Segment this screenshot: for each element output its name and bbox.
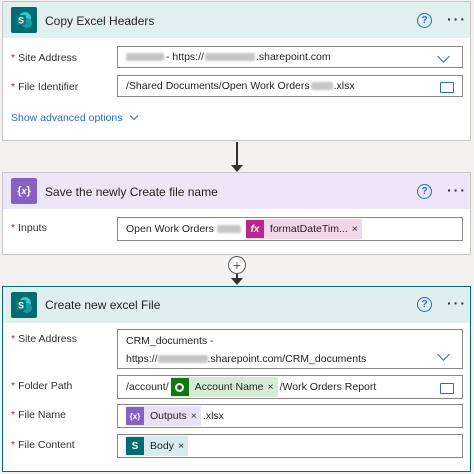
- show-advanced-options-link[interactable]: Show advanced options: [11, 111, 139, 124]
- remove-token-icon[interactable]: ×: [352, 223, 362, 235]
- variable-icon: {x}: [126, 407, 144, 425]
- dataverse-icon: [170, 378, 189, 396]
- help-icon[interactable]: ?: [417, 297, 432, 312]
- insert-step-icon[interactable]: +: [228, 256, 246, 274]
- chevron-down-icon[interactable]: [437, 50, 450, 63]
- folder-path-label: * Folder Path: [11, 380, 73, 392]
- file-content-label: * File Content: [11, 439, 75, 451]
- more-options-icon[interactable]: ···: [447, 295, 467, 311]
- sharepoint-icon: S: [126, 437, 144, 455]
- site-address-label: * Site Address: [11, 52, 78, 64]
- inputs-field[interactable]: Open Work Orders fx formatDateTim... ×: [117, 217, 463, 241]
- redacted-text: [310, 82, 333, 90]
- svg-text:S: S: [18, 16, 24, 26]
- chevron-down-icon: [130, 111, 139, 121]
- connector-line: [236, 142, 238, 166]
- expression-token[interactable]: fx formatDateTim... ×: [245, 219, 362, 239]
- folder-path-field[interactable]: /account/ Account Name × /Work Orders Re…: [117, 375, 463, 399]
- folder-icon[interactable]: [440, 383, 454, 394]
- site-address-dropdown[interactable]: - https:// .sharepoint.com: [117, 46, 463, 68]
- remove-token-icon[interactable]: ×: [191, 410, 201, 422]
- file-name-label: * File Name: [11, 409, 66, 421]
- redacted-text: [216, 225, 241, 233]
- more-options-icon[interactable]: ···: [447, 182, 467, 198]
- file-name-field[interactable]: {x} Outputs × .xlsx: [117, 404, 463, 428]
- action-card-save-file-name: {x} Save the newly Create file name ? ··…: [2, 172, 471, 255]
- redacted-text: [204, 53, 255, 61]
- remove-token-icon[interactable]: ×: [268, 381, 278, 393]
- dynamic-content-token[interactable]: S Body ×: [126, 436, 189, 456]
- card-title[interactable]: Save the newly Create file name: [45, 185, 218, 199]
- sharepoint-icon: S: [11, 292, 37, 318]
- svg-text:S: S: [18, 301, 24, 311]
- help-icon[interactable]: ?: [417, 184, 432, 199]
- dynamic-content-token[interactable]: {x} Outputs ×: [126, 406, 201, 426]
- site-address-dropdown[interactable]: CRM_documents - https://.sharepoint.com/…: [117, 329, 463, 369]
- action-card-copy-excel-headers: S Copy Excel Headers ? ··· * Site Address…: [2, 1, 471, 141]
- redacted-text: [126, 53, 164, 61]
- more-options-icon[interactable]: ···: [447, 11, 467, 27]
- action-card-create-excel-file: S Create new excel File ? ··· * Site Addr…: [2, 286, 471, 472]
- folder-icon[interactable]: [440, 82, 454, 93]
- file-identifier-label: * File Identifier: [11, 81, 79, 93]
- sharepoint-icon: S: [11, 7, 37, 33]
- variable-icon: {x}: [11, 178, 37, 204]
- redacted-text: [157, 355, 208, 364]
- card-header[interactable]: {x} Save the newly Create file name ? ··…: [3, 173, 470, 209]
- site-address-label: * Site Address: [11, 333, 78, 345]
- remove-token-icon[interactable]: ×: [178, 440, 188, 452]
- file-content-field[interactable]: S Body ×: [117, 434, 463, 458]
- file-identifier-input[interactable]: /Shared Documents/Open Work Orders .xlsx: [117, 75, 463, 97]
- card-title[interactable]: Create new excel File: [45, 298, 160, 312]
- function-icon: fx: [245, 220, 264, 238]
- dynamic-content-token[interactable]: Account Name ×: [170, 377, 278, 397]
- connector-arrow-icon: [231, 165, 243, 172]
- connector-arrow-icon: [231, 278, 243, 285]
- card-title[interactable]: Copy Excel Headers: [45, 14, 154, 28]
- help-icon[interactable]: ?: [417, 13, 432, 28]
- card-header[interactable]: S Create new excel File ? ···: [3, 287, 470, 323]
- card-header[interactable]: S Copy Excel Headers ? ···: [3, 2, 470, 38]
- inputs-label: * Inputs: [11, 222, 47, 234]
